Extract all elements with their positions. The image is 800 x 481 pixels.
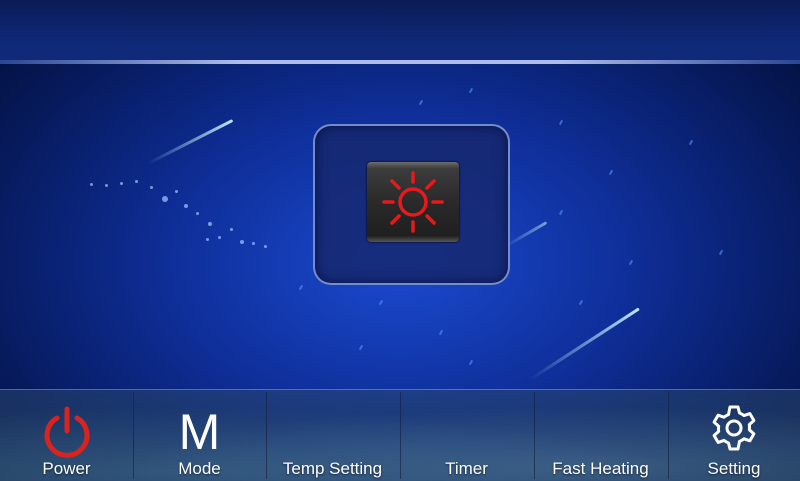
mode-label: Mode [178, 459, 221, 478]
setting-label: Setting [707, 459, 761, 478]
mode-letter-icon: M [178, 404, 221, 460]
meteor-streak [147, 119, 234, 165]
power-label: Power [42, 459, 91, 478]
temp-setting-label: Temp Setting [282, 459, 383, 478]
meteor-streak [504, 221, 548, 248]
header-bar [0, 0, 800, 64]
header-divider [0, 60, 800, 64]
timer-button[interactable]: Timer [400, 390, 533, 481]
fast-heating-button[interactable]: Fast Heating [534, 390, 667, 481]
power-button[interactable]: Power [0, 390, 133, 481]
current-mode-panel[interactable] [313, 124, 510, 285]
meteor-streak [529, 307, 640, 381]
mode-button[interactable]: M Mode [133, 390, 266, 481]
mode-indicator-display [367, 162, 459, 242]
timer-label: Timer [445, 459, 488, 478]
heater-control-screen: Power M Mode Temp Setting Timer Fast Hea… [0, 0, 800, 481]
setting-button[interactable]: Setting [668, 390, 800, 481]
temp-setting-button[interactable]: Temp Setting [266, 390, 399, 481]
fast-heating-label: Fast Heating [552, 459, 649, 478]
power-icon [44, 406, 89, 458]
sun-icon [382, 171, 444, 233]
gear-icon [712, 405, 756, 451]
bottom-toolbar: Power M Mode Temp Setting Timer Fast Hea… [0, 389, 800, 481]
